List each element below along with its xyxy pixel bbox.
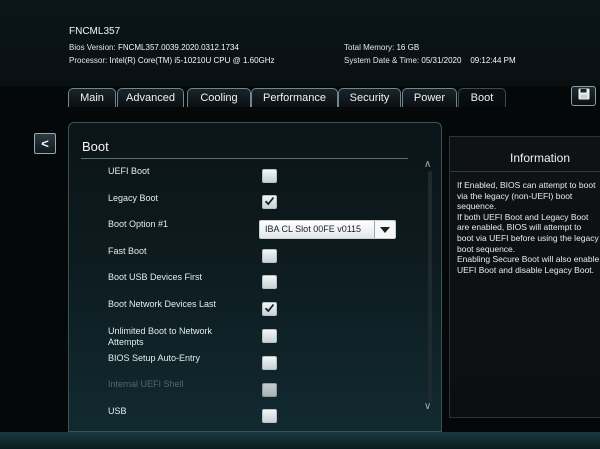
system-time: 09:12:44 PM (470, 56, 516, 65)
tab-main[interactable]: Main (68, 88, 116, 107)
boot-network-last-checkbox[interactable] (262, 302, 277, 316)
total-memory-label: Total Memory: (344, 43, 395, 52)
processor-label: Processor: (69, 56, 108, 65)
boot-settings-panel: Boot UEFI Boot Legacy Boot Boot Option #… (68, 122, 442, 432)
save-button[interactable] (571, 86, 596, 106)
back-button[interactable]: < (34, 133, 56, 154)
option-label-fast-boot: Fast Boot (108, 246, 147, 256)
datetime-label: System Date & Time: (344, 56, 420, 65)
boot-option-1-value: IBA CL Slot 00FE v0115 (265, 224, 362, 234)
back-button-label: < (41, 136, 49, 151)
fast-boot-checkbox[interactable] (262, 249, 277, 263)
system-date: 05/31/2020 (421, 56, 462, 65)
system-name: FNCML357 (69, 26, 121, 37)
checkmark-icon (264, 193, 275, 211)
scroll-up-icon[interactable]: ∧ (424, 159, 431, 170)
tab-security[interactable]: Security (338, 88, 401, 107)
option-label-internal-uefi-shell: Internal UEFI Shell (108, 379, 184, 389)
processor-value: Intel(R) Core(TM) i5-10210U CPU @ 1.60GH… (109, 56, 275, 65)
tab-advanced[interactable]: Advanced (117, 88, 184, 107)
option-label-boot-network-last: Boot Network Devices Last (108, 299, 217, 309)
tab-cooling[interactable]: Cooling (187, 88, 251, 107)
unlimited-network-boot-checkbox[interactable] (262, 329, 277, 343)
panel-divider (81, 158, 408, 159)
total-memory-row: Total Memory: 16 GB (344, 43, 419, 52)
bios-version-label: Bios Version: (69, 43, 116, 52)
information-text: If Enabled, BIOS can attempt to boot via… (457, 180, 600, 275)
information-title: Information (509, 151, 571, 165)
tab-boot[interactable]: Boot (458, 88, 506, 107)
panel-title: Boot (82, 139, 109, 154)
legacy-boot-checkbox[interactable] (262, 195, 277, 209)
option-label-boot-usb-first: Boot USB Devices First (108, 272, 203, 282)
bios-setup-auto-entry-checkbox[interactable] (262, 356, 277, 370)
option-label-bios-setup-auto-entry: BIOS Setup Auto-Entry (108, 353, 201, 363)
uefi-boot-checkbox[interactable] (262, 169, 277, 183)
internal-uefi-shell-checkbox[interactable] (262, 383, 277, 397)
floppy-disk-icon (578, 87, 590, 105)
scroll-down-icon[interactable]: ∨ (424, 401, 431, 412)
information-panel: Information If Enabled, BIOS can attempt… (449, 136, 600, 418)
boot-usb-first-checkbox[interactable] (262, 275, 277, 289)
total-memory-value: 16 GB (396, 43, 420, 52)
system-header: FNCML357 Bios Version: FNCML357.0039.202… (0, 0, 600, 86)
option-label-usb: USB (108, 406, 127, 416)
vertical-scrollbar[interactable] (428, 171, 432, 403)
tab-performance[interactable]: Performance (251, 88, 338, 107)
option-label-legacy-boot: Legacy Boot (108, 193, 159, 203)
system-datetime-row: System Date & Time: 05/31/2020 09:12:44 … (344, 56, 516, 65)
tab-power[interactable]: Power (402, 88, 457, 107)
bios-version-row: Bios Version: FNCML357.0039.2020.0312.17… (69, 43, 239, 52)
option-label-unlimited-network-boot: Unlimited Boot to Network Attempts (108, 326, 213, 347)
usb-checkbox[interactable] (262, 409, 277, 423)
option-label-boot-option-1: Boot Option #1 (108, 219, 169, 229)
chevron-down-icon[interactable] (374, 221, 395, 238)
option-label-uefi-boot: UEFI Boot (108, 166, 150, 176)
information-divider (450, 171, 600, 172)
bottom-bar (0, 432, 600, 449)
processor-row: Processor: Intel(R) Core(TM) i5-10210U C… (69, 56, 275, 65)
bios-version-value: FNCML357.0039.2020.0312.1734 (117, 43, 239, 52)
boot-option-1-select[interactable]: IBA CL Slot 00FE v0115 (259, 220, 396, 239)
checkmark-icon (264, 300, 275, 318)
